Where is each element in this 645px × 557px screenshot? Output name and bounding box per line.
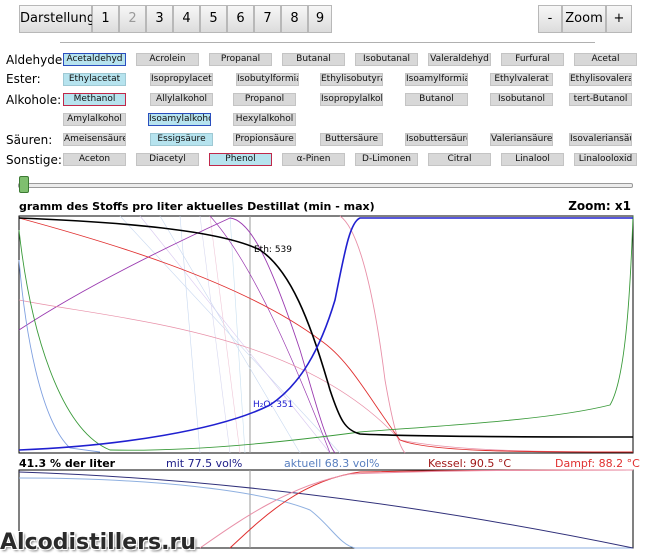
kessel-temp: Kessel: 90.5 °C — [428, 457, 512, 470]
ethanol-label: Eth: 539 — [254, 245, 292, 255]
dampf-temp: Dampf: 88.2 °C — [555, 457, 640, 470]
mit-vol: mit 77.5 vol% — [166, 457, 243, 470]
watermark-logo: Alcodistillers.ru — [0, 530, 196, 555]
percent-liter: 41.3 % der liter — [19, 457, 116, 470]
curve-pink — [339, 215, 406, 454]
water-label: H₂O: 351 — [253, 400, 294, 410]
faint-lines — [119, 215, 341, 454]
curve-green — [18, 215, 634, 451]
distillation-chart — [18, 215, 634, 549]
curve-water — [18, 217, 633, 451]
main-plot-frame — [18, 215, 634, 454]
aktuell-vol: aktuell 68.3 vol% — [284, 457, 380, 470]
